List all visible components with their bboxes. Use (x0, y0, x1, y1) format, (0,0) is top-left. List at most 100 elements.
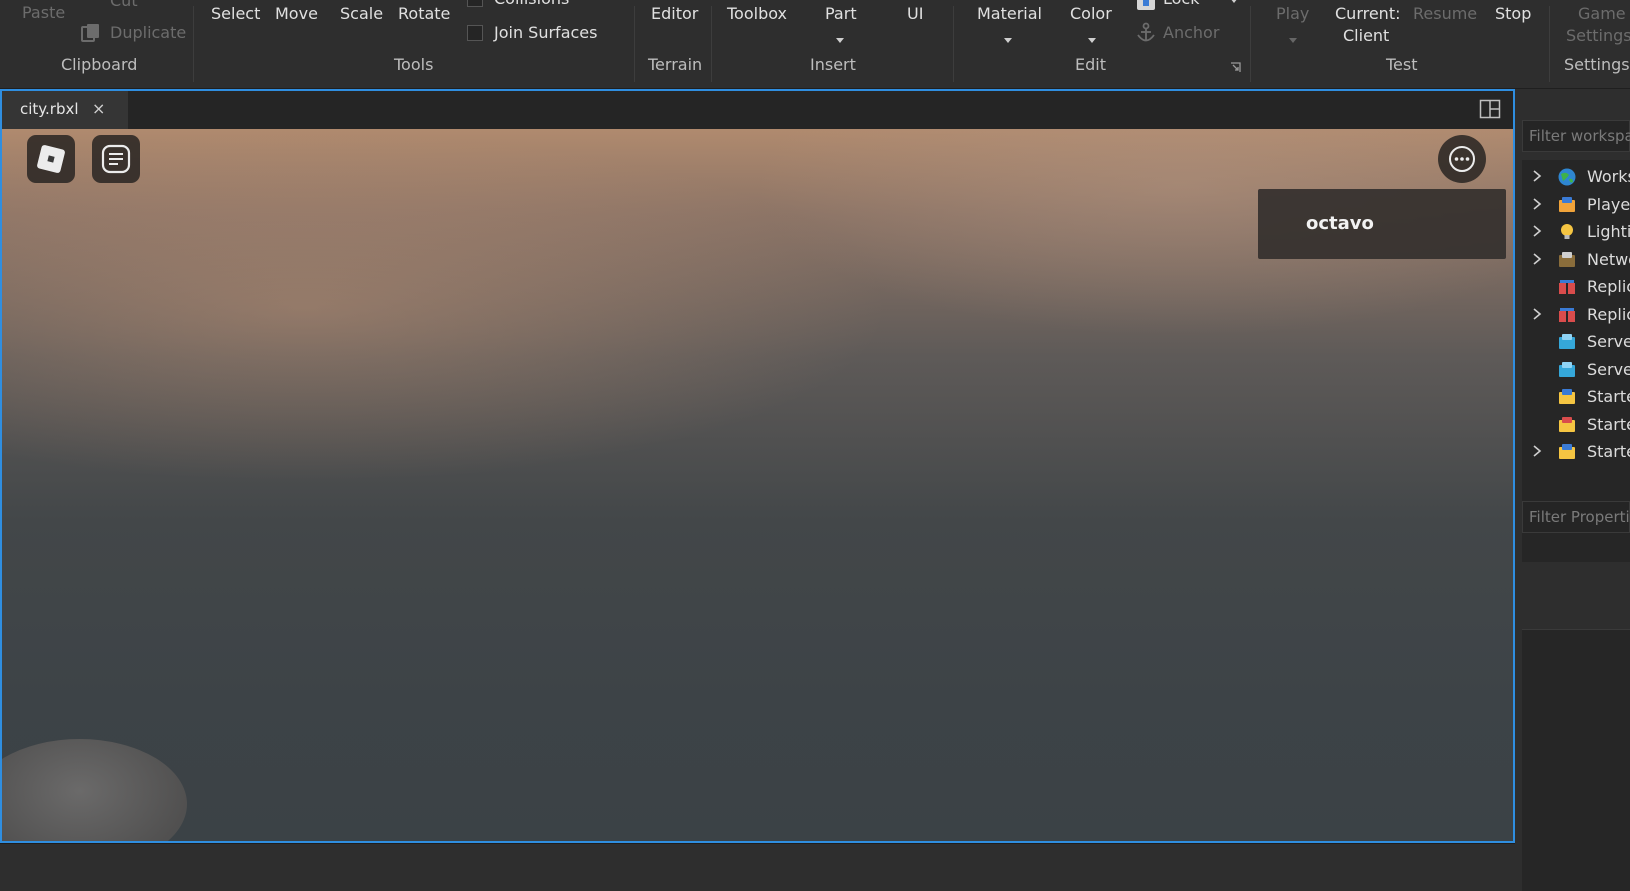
explorer-item[interactable]: ReplicatedStorage (1522, 301, 1630, 329)
paste-button[interactable]: Paste (22, 3, 65, 23)
moon-sky-object (2, 739, 187, 841)
anchor-button[interactable]: Anchor (1163, 23, 1219, 43)
expand-arrow-icon[interactable] (1530, 224, 1544, 238)
document-frame: city.rbxl × octavo (0, 89, 1515, 843)
toolbox-button[interactable]: Toolbox (727, 4, 787, 24)
scale-tool-button[interactable]: Scale (340, 4, 383, 24)
ribbon-divider (193, 6, 194, 82)
duplicate-button[interactable]: Duplicate (110, 23, 186, 43)
starter-player-icon (1559, 444, 1575, 459)
explorer-item[interactable]: Players (1522, 191, 1630, 219)
duplicate-icon (81, 24, 99, 42)
material-button[interactable]: Material (977, 4, 1042, 24)
material-dropdown-caret[interactable] (1004, 38, 1012, 43)
current-client-line1[interactable]: Current: (1335, 4, 1400, 24)
tools-group-label: Tools (394, 55, 434, 74)
explorer-item-label: StarterGui (1587, 387, 1630, 406)
game-settings-line1[interactable]: Game (1578, 4, 1626, 24)
stop-button[interactable]: Stop (1495, 4, 1531, 24)
ribbon-divider (711, 6, 712, 82)
game-settings-line2[interactable]: Settings (1566, 26, 1630, 46)
explorer-item[interactable]: Workspace (1522, 163, 1630, 191)
player-list[interactable]: octavo (1258, 189, 1506, 259)
globe-icon (1558, 168, 1576, 186)
join-surfaces-checkbox[interactable] (467, 25, 483, 41)
chat-button[interactable] (92, 135, 140, 183)
collisions-label: Collisions (494, 0, 569, 9)
ui-button[interactable]: UI (907, 4, 923, 24)
server-script-icon (1559, 334, 1575, 349)
server-storage-icon (1559, 361, 1575, 377)
lock-icon (1137, 0, 1155, 10)
document-tab-label: city.rbxl (20, 100, 79, 118)
color-button[interactable]: Color (1070, 4, 1112, 24)
terrain-group-label: Terrain (648, 55, 703, 74)
explorer-item[interactable]: ServerScriptService (1522, 328, 1630, 356)
document-tab[interactable]: city.rbxl × (2, 91, 128, 129)
ribbon-divider (634, 6, 635, 82)
document-tab-bar: city.rbxl × (2, 91, 1513, 129)
resume-button[interactable]: Resume (1413, 4, 1477, 24)
explorer-item[interactable]: Lighting (1522, 218, 1630, 246)
starter-gui-icon (1559, 389, 1575, 404)
play-dropdown-caret[interactable] (1289, 38, 1297, 43)
play-button[interactable]: Play (1276, 4, 1309, 24)
expand-arrow-icon[interactable] (1530, 307, 1544, 321)
explorer-item[interactable]: NetworkClient (1522, 246, 1630, 274)
move-tool-button[interactable]: Move (275, 4, 318, 24)
cut-button[interactable]: Cut (110, 0, 138, 11)
part-dropdown-caret[interactable] (836, 38, 844, 43)
properties-panel (1522, 629, 1630, 891)
starter-pack-icon (1559, 416, 1575, 432)
anchor-icon (1137, 22, 1155, 42)
replicated-icon (1559, 280, 1575, 294)
explorer-filter-input[interactable]: Filter workspace (1522, 120, 1630, 152)
part-button[interactable]: Part (825, 4, 857, 24)
explorer-item[interactable]: StarterGui (1522, 383, 1630, 411)
explorer-item[interactable]: StarterPack (1522, 411, 1630, 439)
insert-group-label: Insert (810, 55, 856, 74)
explorer-filter-placeholder: Filter workspace (1529, 127, 1630, 145)
color-dropdown-caret[interactable] (1088, 38, 1096, 43)
explorer-item[interactable]: StarterPlayer (1522, 438, 1630, 466)
lightbulb-icon (1561, 224, 1573, 239)
game-viewport[interactable]: octavo (2, 129, 1513, 841)
roblox-logo-icon (37, 145, 65, 173)
split-view-icon[interactable] (1479, 98, 1501, 120)
expand-arrow-icon[interactable] (1530, 252, 1544, 266)
rotate-tool-button[interactable]: Rotate (398, 4, 450, 24)
chat-icon (101, 144, 131, 174)
lock-dropdown-caret[interactable] (1230, 0, 1238, 3)
close-tab-icon[interactable]: × (92, 99, 105, 118)
explorer-item-label: ReplicatedFirst (1587, 277, 1630, 296)
lock-button[interactable]: Lock (1163, 0, 1199, 9)
edit-group-label: Edit (1075, 55, 1106, 74)
terrain-editor-button[interactable]: Editor (651, 4, 698, 24)
explorer-item[interactable]: ServerStorage (1522, 356, 1630, 384)
expand-corner-icon[interactable] (1230, 62, 1241, 73)
network-icon (1559, 251, 1575, 267)
explorer-item-label: Lighting (1587, 222, 1630, 241)
explorer-item-label: ReplicatedStorage (1587, 304, 1630, 324)
expand-arrow-icon[interactable] (1530, 169, 1544, 183)
current-client-line2[interactable]: Client (1343, 26, 1389, 46)
explorer-item-label: StarterPack (1587, 414, 1630, 434)
explorer-item-label: ServerScriptService (1587, 332, 1630, 351)
properties-filter-input[interactable]: Filter Properties (1522, 501, 1630, 533)
expand-arrow-icon[interactable] (1530, 444, 1544, 458)
more-options-button[interactable] (1438, 135, 1486, 183)
explorer-panel: Filter workspace Workspace Players Lightin… (1515, 89, 1630, 891)
select-tool-button[interactable]: Select (211, 4, 260, 24)
test-group-label: Test (1386, 55, 1418, 74)
clipboard-group-label: Clipboard (61, 55, 138, 74)
join-surfaces-label: Join Surfaces (494, 23, 598, 42)
explorer-item[interactable]: ReplicatedFirst (1522, 273, 1630, 301)
explorer-item-label: Workspace (1587, 167, 1630, 186)
roblox-menu-button[interactable] (27, 135, 75, 183)
collisions-checkbox[interactable] (467, 0, 483, 7)
status-bar (0, 843, 1515, 891)
ellipsis-icon (1449, 146, 1475, 172)
expand-arrow-icon[interactable] (1530, 197, 1544, 211)
ribbon-toolbar: Paste Cut Duplicate Clipboard Select Mov… (0, 0, 1630, 89)
settings-group-label: Settings (1564, 55, 1630, 74)
